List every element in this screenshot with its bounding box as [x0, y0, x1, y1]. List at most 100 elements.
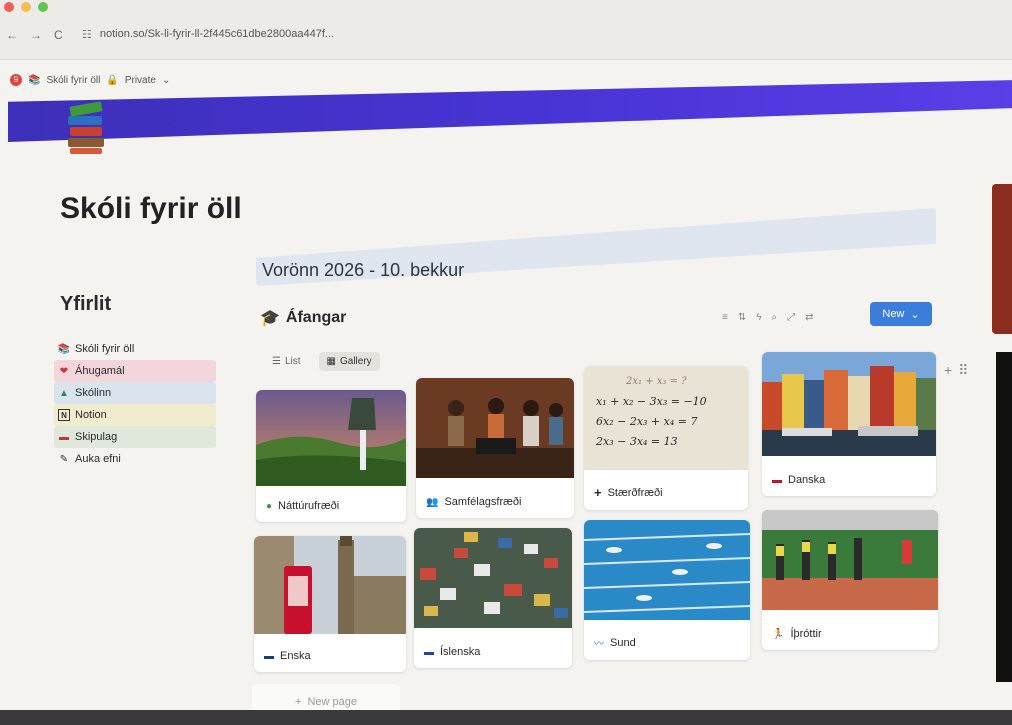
grad-cap-icon: ▲	[59, 387, 69, 399]
card-image	[762, 352, 936, 456]
flag-uk-icon: ▬	[264, 650, 274, 662]
site-settings-icon[interactable]: ☷	[82, 28, 92, 41]
card-title: Íslenska	[440, 646, 481, 658]
card-label: ● Náttúrufræði	[266, 500, 339, 512]
card-title: Íþróttir	[790, 628, 822, 640]
card-image	[254, 536, 406, 634]
sidebar-title: Yfirlit	[60, 293, 112, 315]
tab-gallery[interactable]: ▦ Gallery	[318, 352, 380, 371]
chevron-down-icon[interactable]: ⌄	[910, 308, 919, 321]
card-staerdfraedi[interactable]: 2x₁ + x₃ = ? x₁ + x₂ − 3x₃ = −10 6x₂ − 2…	[584, 366, 748, 510]
notification-badge[interactable]: 9	[10, 74, 22, 86]
sidebar-item-skoli[interactable]: 📚 Skóli fyrir öll	[54, 338, 216, 360]
browser-chrome: ← → C ☷ notion.so/Sk-li-fyrir-ll-2f445c6…	[0, 0, 1012, 60]
sidebar-item-skolinn[interactable]: ▲ Skólinn	[54, 382, 216, 404]
runner-icon: 🏃	[772, 628, 785, 640]
equation-line: 2x₁ + x₃ = ?	[626, 376, 687, 387]
sidebar-item-label: Skólinn	[75, 387, 112, 399]
new-button[interactable]: New ⌄	[870, 302, 932, 326]
window-controls	[4, 2, 48, 12]
nav-buttons: ← → C	[6, 28, 63, 42]
card-title: Danska	[788, 474, 826, 486]
breadcrumb: 9 📚 Skóli fyrir öll 🔒 Private ⌄	[10, 74, 170, 86]
view-tabs: ☰ List ▦ Gallery	[264, 352, 380, 371]
page-title[interactable]: Skóli fyrir öll	[60, 192, 242, 226]
sort-icon[interactable]: ⇅	[738, 312, 746, 323]
sidebar-item-skipulag[interactable]: ▬ Skipulag	[54, 426, 216, 448]
tab-label: List	[284, 356, 301, 367]
tab-label: Gallery	[339, 356, 372, 367]
side-panel-edge	[992, 184, 1012, 334]
card-title: Náttúrufræði	[278, 500, 340, 512]
swimmer-icon: 〰	[594, 639, 604, 650]
card-sund[interactable]: 〰 Sund	[584, 520, 750, 660]
card-label: ▬ Danska	[772, 474, 825, 486]
books-icon	[68, 101, 104, 154]
sidebar-item-auka-efni[interactable]: ✎ Auka efni	[54, 448, 216, 470]
minimize-window-button[interactable]	[21, 2, 31, 12]
card-nattura[interactable]: ● Náttúrufræði	[256, 390, 406, 522]
side-panel-dark	[996, 352, 1012, 682]
card-enska[interactable]: ▬ Enska	[254, 536, 406, 672]
globe-icon: ●	[266, 500, 273, 512]
new-button-label: New	[882, 308, 905, 320]
card-label: 🏃 Íþróttir	[772, 628, 822, 640]
card-label: 👥 Samfélagsfræði	[426, 496, 522, 508]
filter-icon[interactable]: ≡	[722, 312, 728, 323]
plus-icon: +	[594, 485, 602, 500]
database-toolbar: ≡ ⇅ ϟ ⌕ ⤢ ⇄	[722, 312, 814, 323]
list-icon: ☰	[272, 356, 281, 367]
back-button[interactable]: ←	[6, 28, 18, 42]
flag-is-icon: ▬	[424, 646, 434, 658]
sidebar-item-label: Skipulag	[75, 431, 118, 443]
sidebar-list: 📚 Skóli fyrir öll ❤ Áhugamál ▲ Skólinn N…	[54, 338, 216, 470]
search-icon[interactable]: ⌕	[772, 312, 778, 323]
flag-dk-icon: ▬	[772, 474, 782, 486]
tab-list[interactable]: ☰ List	[264, 352, 309, 371]
card-ithrottir[interactable]: 🏃 Íþróttir	[762, 510, 938, 650]
close-window-button[interactable]	[4, 2, 14, 12]
lock-icon: 🔒	[106, 74, 119, 86]
notion-icon: N	[58, 409, 70, 421]
settings-icon[interactable]: ⇄	[805, 312, 813, 323]
database-title[interactable]: 🎓 Áfangar	[260, 308, 346, 328]
privacy-label[interactable]: Private	[125, 75, 156, 86]
card-image	[414, 528, 572, 628]
card-islenska[interactable]: ▬ Íslenska	[414, 528, 572, 668]
equation-line: 2x₃ − 3x₄ = 13	[596, 435, 678, 448]
sidebar-item-ahugamal[interactable]: ❤ Áhugamál	[54, 360, 216, 382]
plus-icon: +	[295, 696, 302, 708]
card-image	[256, 390, 406, 486]
drag-handle-icon[interactable]: ⠿	[958, 362, 968, 379]
gallery-icon: ▦	[326, 356, 336, 367]
url-text: notion.so/Sk-li-fyrir-ll-2f445c61dbe2800…	[99, 28, 335, 40]
card-image	[416, 378, 574, 478]
expand-icon[interactable]: ⤢	[787, 312, 795, 323]
people-icon: 👥	[426, 496, 439, 508]
reload-button[interactable]: C	[54, 28, 63, 42]
chevron-down-icon[interactable]: ⌄	[162, 75, 170, 86]
card-actions: + ⠿	[944, 362, 968, 379]
breadcrumb-page[interactable]: Skóli fyrir öll	[46, 75, 100, 86]
card-samfelag[interactable]: 👥 Samfélagsfræði	[416, 378, 574, 518]
books-icon: 📚	[57, 343, 71, 355]
equation-line: 6x₂ − 2x₃ + x₄ = 7	[596, 415, 698, 428]
maximize-window-button[interactable]	[38, 2, 48, 12]
semester-heading[interactable]: Vorönn 2026 - 10. bekkur	[262, 260, 464, 281]
card-danska[interactable]: ▬ Danska	[762, 352, 936, 496]
screen: ← → C ☷ notion.so/Sk-li-fyrir-ll-2f445c6…	[0, 0, 1012, 725]
sidebar-item-notion[interactable]: N Notion	[54, 404, 216, 426]
automation-icon[interactable]: ϟ	[756, 312, 761, 323]
grad-cap-icon: 🎓	[260, 310, 280, 327]
card-label: ▬ Íslenska	[424, 646, 480, 658]
card-label: ▬ Enska	[264, 650, 311, 662]
sidebar-item-label: Notion	[75, 409, 107, 421]
sidebar-item-label: Skóli fyrir öll	[75, 343, 135, 355]
card-image	[762, 510, 938, 610]
add-icon[interactable]: +	[944, 362, 952, 379]
forward-button[interactable]: →	[30, 28, 42, 42]
books-icon: 📚	[28, 74, 41, 86]
screen-bezel	[0, 710, 1012, 725]
address-bar[interactable]: ☷ notion.so/Sk-li-fyrir-ll-2f445c61dbe28…	[82, 22, 542, 46]
card-title: Enska	[280, 650, 311, 662]
